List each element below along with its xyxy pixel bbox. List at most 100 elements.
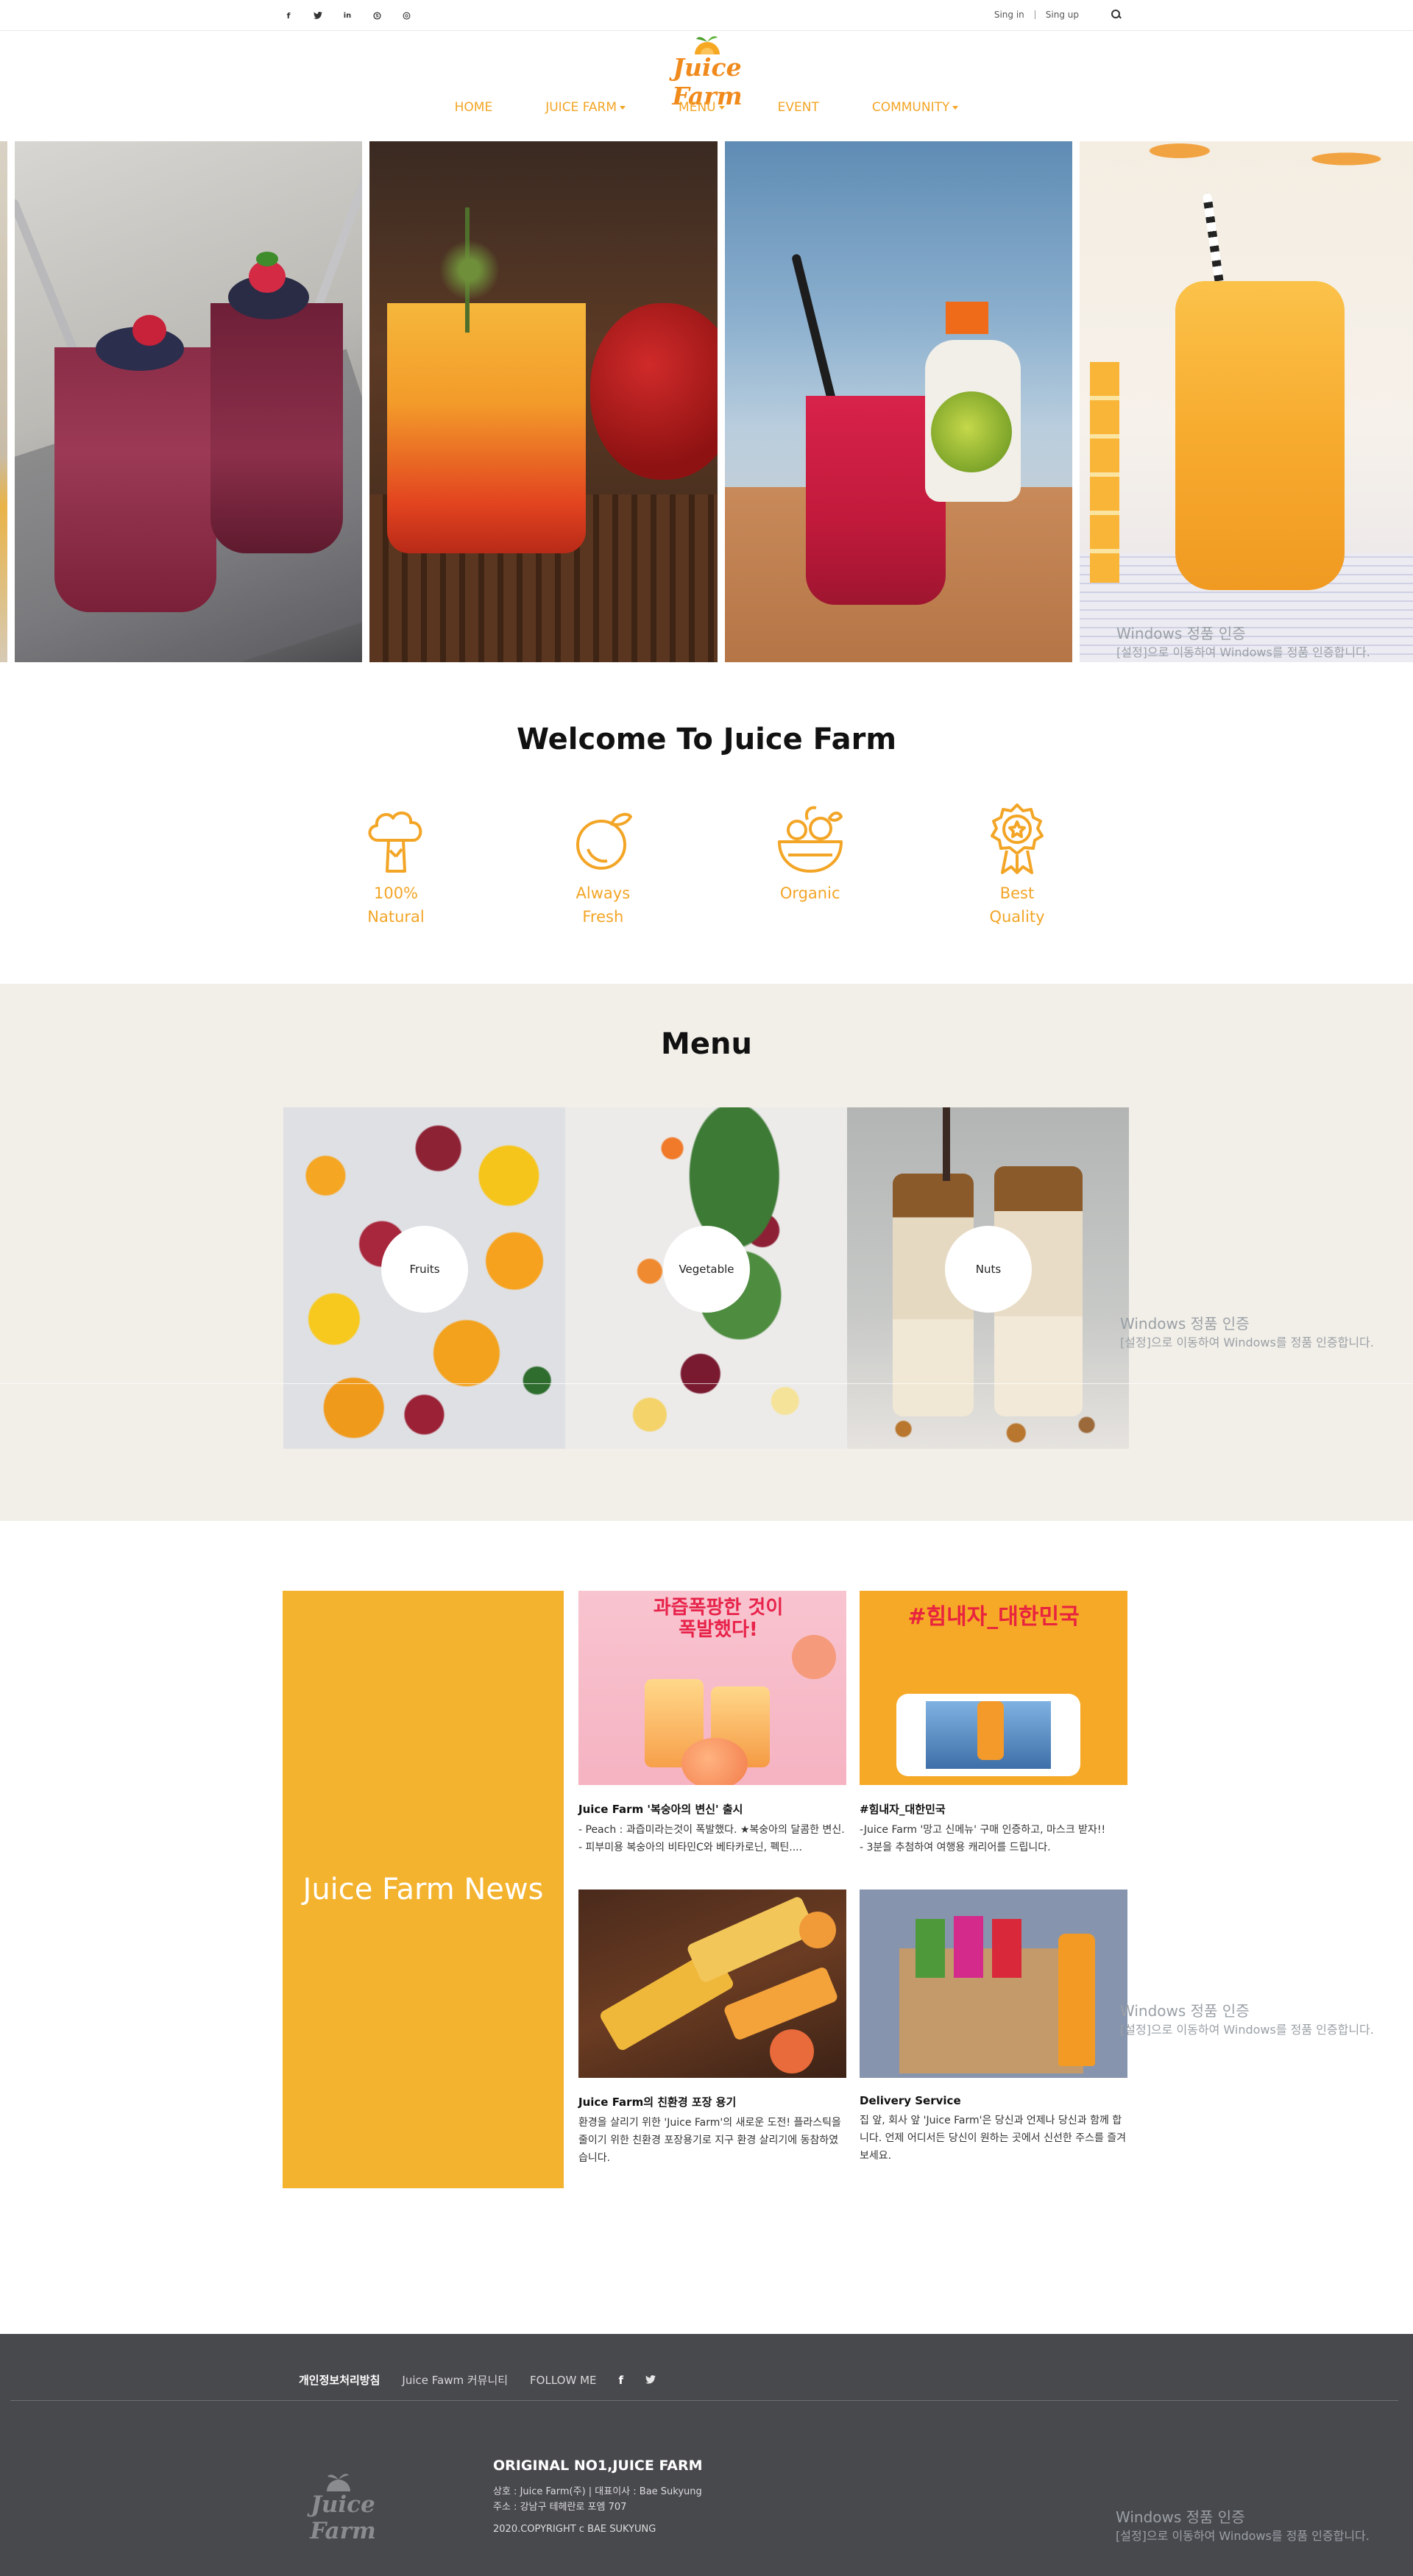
footer-company: 상호 : Juice Farm(주) | 대표이사 : Bae Sukyung [493,2486,702,2497]
main-nav: HOME JUICE FARM MENU EVENT COMMUNITY [0,100,1413,115]
orange-juice-glass [387,303,586,553]
nav-home[interactable]: HOME [455,100,493,115]
news-panel-title: Juice Farm News [302,1873,544,1906]
nav-event[interactable]: EVENT [778,100,819,115]
hero-slider[interactable]: Windows 정품 인증 [설정]으로 이동하여 Windows를 정품 인증… [0,141,1413,662]
windows-activation-watermark: Windows 정품 인증 [설정]으로 이동하여 Windows를 정품 인증… [1116,624,1370,662]
news-title[interactable]: #힘내자_대한민국 [860,1801,1127,1817]
facebook-icon[interactable]: f [619,2374,624,2387]
caret-down-icon [718,105,725,110]
feature-label: Organic [779,884,840,902]
news-body: - Peach : 과즙미라는것이 폭발했다. ★복숭아의 달콤한 변신. - … [578,1824,845,1853]
caret-down-icon [620,105,626,110]
berry-glass [54,347,216,612]
hero-slide-mango-smoothie: Windows 정품 인증 [설정]으로 이동하여 Windows를 정품 인증… [1080,141,1413,662]
social-links: f in S [283,10,412,21]
news-title[interactable]: Delivery Service [860,2094,1127,2107]
quality-badge-icon [990,803,1044,874]
menu-label-nuts[interactable]: Nuts [945,1226,1032,1313]
watermark-line: Windows 정품 인증 [1116,625,1246,642]
linkedin-icon[interactable]: in [341,10,353,21]
mango-glass [1175,281,1345,590]
berry-glass-back [210,303,343,553]
nav-home-label: HOME [454,100,493,115]
feature-label: Best Quality [989,884,1045,926]
news-item[interactable]: 과즙폭팡한 것이 폭발했다! Juice Farm '복숭아의 변신' 출시 -… [578,1591,846,1856]
news-image [860,1890,1127,2078]
lemon-icon [576,812,633,870]
footer: 개인정보처리방침 Juice Fawm 커뮤니티 FOLLOW ME f Jui… [0,2334,1413,2576]
nav-juice-farm[interactable]: JUICE FARM [545,100,626,115]
nav-event-label: EVENT [777,100,819,115]
menu-card-vegetable[interactable]: Vegetable [565,1107,847,1449]
top-bar: f in S Sing in Sing up [0,0,1413,31]
welcome-title: Welcome To Juice Farm [516,723,897,756]
broccoli-icon [368,811,422,873]
feature-label: Always Fresh [576,884,631,926]
twitter-icon[interactable] [312,10,324,21]
news-body: 환경을 살리기 위한 'Juice Farm'의 새로운 도전! 플라스틱을 줄… [578,2117,841,2164]
menu-label-fruits[interactable]: Fruits [381,1226,468,1313]
news-image [578,1890,846,2078]
divider [0,1383,1413,1384]
footer-logo[interactable]: Juice Farm [284,2466,402,2544]
svg-text:S: S [375,13,378,18]
watermark-line: Windows 정품 인증 [1116,2508,1245,2526]
nav-juice-farm-label: JUICE FARM [545,100,617,115]
news-body: -Juice Farm '망고 신메뉴' 구매 인증하고, 마스크 받자!! -… [860,1824,1106,1853]
nav-menu[interactable]: MENU [679,100,725,115]
watermark-line: [설정]으로 이동하여 Windows를 정품 인증합니다. [1120,1335,1374,1349]
footer-info: ORIGINAL NO1,JUICE FARM 상호 : Juice Farm(… [493,2458,702,2535]
footer-headline: ORIGINAL NO1,JUICE FARM [493,2458,703,2474]
news-item[interactable]: #힘내자_대한민국 #힘내자_대한민국 -Juice Farm '망고 신메뉴'… [860,1591,1127,1856]
fruit-bowl-icon [777,806,843,873]
hero-slide-orange-juice [369,141,718,662]
skype-icon[interactable]: S [371,10,383,21]
nav-community-label: COMMUNITY [871,100,950,115]
footer-links: 개인정보처리방침 Juice Fawm 커뮤니티 FOLLOW ME f [299,2372,656,2388]
news-item[interactable]: Delivery Service 집 앞, 회사 앞 'Juice Farm'은… [860,1890,1127,2165]
news-title[interactable]: Juice Farm '복숭아의 변신' 출시 [578,1801,846,1817]
nav-community[interactable]: COMMUNITY [872,100,959,115]
sign-up-link[interactable]: Sing up [1046,10,1079,20]
menu-card-nuts[interactable]: Nuts [847,1107,1129,1449]
divider [10,2400,1398,2401]
community-link[interactable]: Juice Fawm 커뮤니티 [402,2372,508,2388]
feature-organic: Organic [751,802,869,929]
menu-cards: Fruits Vegetable Nuts [283,1107,1130,1449]
news-panel: Juice Farm News [283,1591,564,2188]
follow-me-label: FOLLOW ME [530,2373,597,2387]
footer-address: 주소 : 강남구 테헤란로 포엠 707 [493,2502,627,2513]
watermark-line: Windows 정품 인증 [1120,2002,1250,2020]
windows-activation-watermark: Windows 정품 인증 [설정]으로 이동하여 Windows를 정품 인증… [1116,2508,1370,2546]
news-item[interactable]: Juice Farm의 친환경 포장 용기 환경을 살리기 위한 'Juice … [578,1890,846,2167]
privacy-policy-link[interactable]: 개인정보처리방침 [299,2372,380,2388]
sign-in-link[interactable]: Sing in [994,10,1024,20]
watermark-line: [설정]으로 이동하여 Windows를 정품 인증합니다. [1116,2529,1370,2543]
news-body: 집 앞, 회사 앞 'Juice Farm'은 당신과 언제나 당신과 함께 합… [860,2115,1127,2162]
caret-down-icon [952,105,959,110]
windows-activation-watermark: Windows 정품 인증 [설정]으로 이동하여 Windows를 정품 인증… [1120,1314,1374,1352]
menu-label-vegetable[interactable]: Vegetable [663,1226,750,1313]
hero-slide-berry-smoothie [15,141,362,662]
site-logo[interactable]: Juice Farm [645,29,770,110]
watermark-line: [설정]으로 이동하여 Windows를 정품 인증합니다. [1116,645,1370,659]
news-title[interactable]: Juice Farm의 친환경 포장 용기 [578,2094,846,2110]
hero-slide-partial [0,141,7,662]
feature-list: 100% Natural Always Fresh Organic Best Q… [337,802,1076,929]
auth-links: Sing in Sing up [994,10,1122,20]
news-image: #힘내자_대한민국 [860,1591,1127,1785]
hero-slide-red-slush [725,141,1072,662]
search-icon[interactable] [1111,10,1122,20]
feature-natural: 100% Natural [337,802,455,929]
feature-fresh: Always Fresh [544,802,662,929]
watermark-line: Windows 정품 인증 [1120,1315,1250,1333]
windows-activation-watermark: Windows 정품 인증 [설정]으로 이동하여 Windows를 정품 인증… [1120,2001,1374,2040]
facebook-icon[interactable]: f [283,10,294,21]
feature-quality: Best Quality [958,802,1076,929]
twitter-icon[interactable] [645,2374,656,2387]
watermark-line: [설정]으로 이동하여 Windows를 정품 인증합니다. [1120,2023,1374,2037]
menu-card-fruits[interactable]: Fruits [283,1107,565,1449]
dribbble-icon[interactable] [400,10,412,21]
nav-menu-label: MENU [679,100,716,115]
